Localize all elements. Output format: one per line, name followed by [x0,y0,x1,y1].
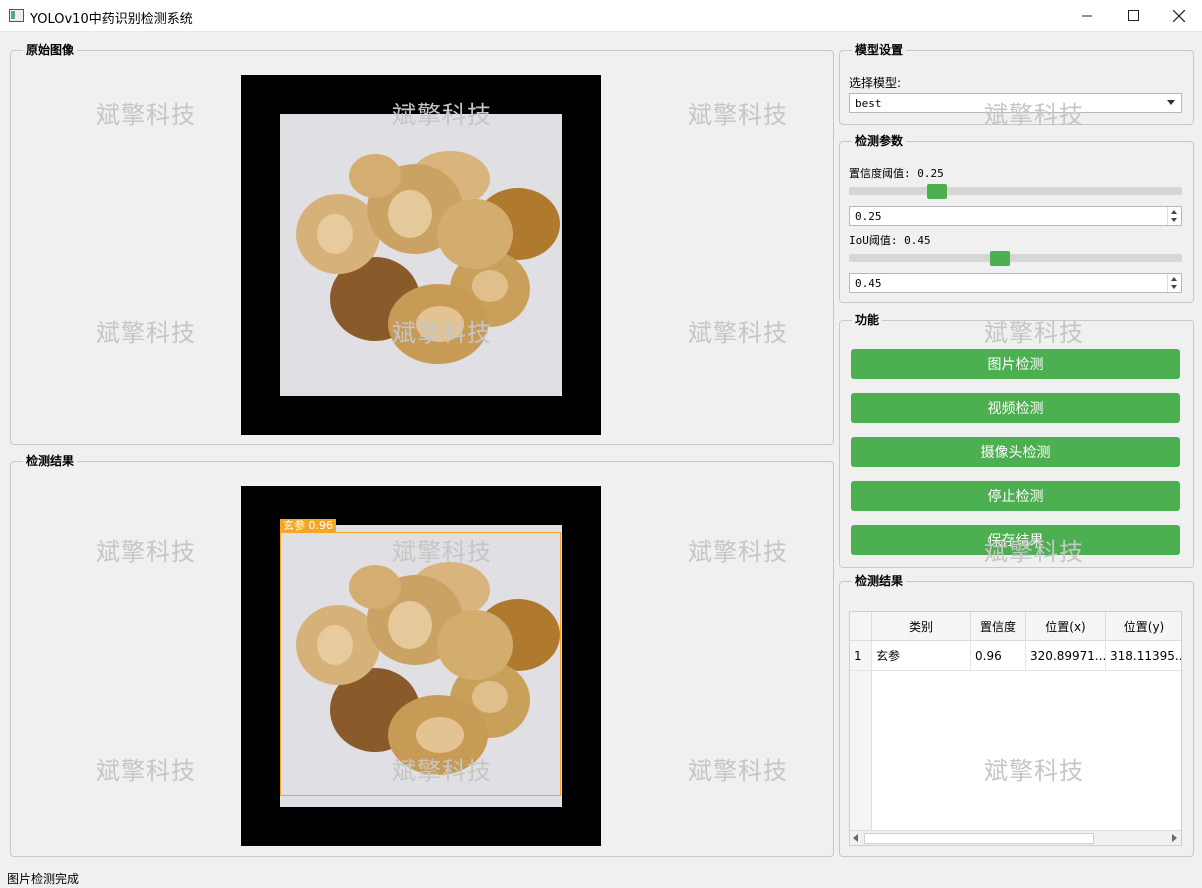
spin-up-icon[interactable] [1171,277,1177,281]
image-detect-button[interactable]: 图片检测 [851,349,1180,379]
spin-down-icon[interactable] [1171,218,1177,222]
cell-y[interactable]: 318.11395... [1106,641,1181,671]
confidence-spinbox[interactable]: 0.25 [849,206,1182,226]
scroll-right-icon[interactable] [1172,834,1178,842]
video-detect-button[interactable]: 视频检测 [851,393,1180,423]
watermark: 斌擎科技 [392,757,492,785]
original-image [280,114,562,396]
iou-spinbox[interactable]: 0.45 [849,273,1182,293]
spin-down-icon[interactable] [1171,285,1177,289]
iou-slider-track[interactable] [849,254,1182,262]
camera-detect-button[interactable]: 摄像头检测 [851,437,1180,467]
watermark: 斌擎科技 [688,319,788,347]
table-corner[interactable] [850,612,872,641]
cell-class[interactable]: 玄参 [872,641,971,671]
detect-params-title: 检测参数 [852,132,907,149]
watermark: 斌擎科技 [688,757,788,785]
scrollbar-thumb[interactable] [864,833,1094,844]
iou-spin-buttons[interactable] [1167,274,1181,292]
confidence-slider-track[interactable] [849,187,1182,195]
row-index[interactable]: 1 [850,641,872,671]
watermark: 斌擎科技 [984,101,1084,129]
watermark: 斌擎科技 [688,538,788,566]
status-text: 图片检测完成 [7,872,80,886]
watermark: 斌擎科技 [392,538,492,566]
iou-label: IoU阈值: 0.45 [849,234,931,247]
watermark: 斌擎科技 [96,101,196,129]
column-header-x[interactable]: 位置(x) [1026,612,1106,641]
column-header-confidence[interactable]: 置信度 [971,612,1026,641]
app-icon [9,9,24,22]
stop-detect-button[interactable]: 停止检测 [851,481,1180,511]
status-bar: 图片检测完成 [0,866,1202,888]
detection-label: 玄参 0.96 [280,519,336,533]
cell-confidence[interactable]: 0.96 [971,641,1026,671]
original-image-title: 原始图像 [23,41,78,58]
results-table[interactable]: 类别 置信度 位置(x) 位置(y) 1 玄参 0.96 320.89971..… [849,611,1182,846]
column-header-y[interactable]: 位置(y) [1106,612,1181,641]
watermark: 斌擎科技 [984,319,1084,347]
scroll-left-icon[interactable] [853,834,859,842]
watermark: 斌擎科技 [392,319,492,347]
confidence-slider-handle[interactable] [927,184,948,199]
column-header-class[interactable]: 类别 [872,612,971,641]
functions-title: 功能 [852,311,883,328]
spin-up-icon[interactable] [1171,210,1177,214]
iou-value: 0.45 [855,277,882,290]
model-select-value: best [855,97,882,110]
window-title: YOLOv10中药识别检测系统 [30,12,193,27]
cell-x[interactable]: 320.89971... [1026,641,1106,671]
title-bar: YOLOv10中药识别检测系统 [0,0,1202,32]
watermark: 斌擎科技 [392,101,492,129]
confidence-value: 0.25 [855,210,882,223]
horizontal-scrollbar[interactable] [850,830,1181,845]
model-settings-title: 模型设置 [852,41,907,58]
watermark: 斌擎科技 [984,757,1084,785]
watermark: 斌擎科技 [96,538,196,566]
model-select-label: 选择模型: [849,76,902,90]
chevron-down-icon [1167,100,1175,105]
maximize-icon[interactable] [1110,0,1156,31]
results-table-title: 检测结果 [852,572,907,589]
watermark: 斌擎科技 [688,101,788,129]
watermark: 斌擎科技 [984,538,1084,566]
watermark: 斌擎科技 [96,757,196,785]
iou-slider-handle[interactable] [989,251,1010,266]
result-image-title: 检测结果 [23,452,78,469]
confidence-label: 置信度阈值: 0.25 [849,167,944,180]
watermark: 斌擎科技 [96,319,196,347]
confidence-spin-buttons[interactable] [1167,207,1181,225]
close-icon[interactable] [1156,0,1202,31]
minimize-icon[interactable] [1064,0,1110,31]
